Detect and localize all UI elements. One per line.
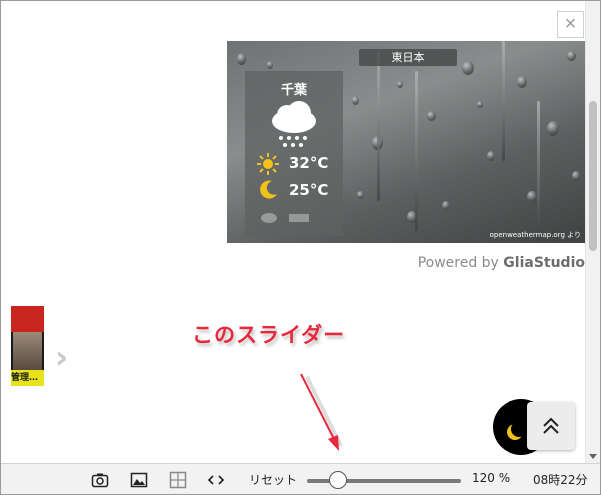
region-label: 東日本 [359,49,457,66]
thumbnail-caption: 管理… [11,370,44,386]
bottom-toolbar: リセット 120 % 08時22分 [1,463,600,494]
rain-streak [415,71,418,231]
rain-streak [502,41,505,161]
powered-by-brand: GliaStudio [503,255,585,271]
thumbnail-banner [11,306,44,332]
rain-streak [377,51,380,201]
page-viewport: × 東日本 千葉 32°C 25°C openweathermap.org より… [0,0,601,495]
code-icon[interactable] [207,471,225,489]
high-temp: 32°C [289,154,329,172]
thumbnail-photo [13,332,42,370]
sun-icon [257,153,279,175]
zoom-slider-thumb[interactable] [328,471,347,489]
clock: 08時22分 [533,473,588,487]
chevron-double-up-icon [543,417,559,434]
scrollbar-thumb[interactable] [589,101,597,251]
powered-by-prefix: Powered by [417,255,504,271]
weather-credit: openweathermap.org より [489,231,581,239]
close-icon: × [564,13,577,35]
grid-icon[interactable] [169,471,187,489]
moon-icon [260,180,277,199]
close-ad-button[interactable]: × [557,11,584,38]
faded-forecast-row [259,209,329,223]
powered-by: Powered by GliaStudio [418,255,585,271]
rain-streak [537,101,540,241]
city-name: 千葉 [280,83,307,98]
vertical-scrollbar[interactable] [585,1,600,463]
carousel-next-icon[interactable]: › [55,341,68,373]
annotation-label: このスライダー [192,323,346,347]
cloud-rain-icon [272,101,316,147]
weather-ad[interactable]: 東日本 千葉 32°C 25°C openweathermap.org より [227,41,587,243]
moon-icon [511,421,527,437]
zoom-level: 120 % [472,471,511,485]
camera-icon[interactable] [91,471,109,489]
forecast-panel: 千葉 32°C 25°C [245,71,343,236]
scroll-to-top-button[interactable] [527,402,575,450]
image-icon[interactable] [130,471,148,489]
scroll-down-icon[interactable] [589,454,597,459]
article-thumbnail[interactable]: 管理… [11,306,44,386]
reset-button[interactable]: リセット [249,471,297,488]
annotation-arrow-icon [300,373,343,451]
low-temp: 25°C [289,181,329,199]
